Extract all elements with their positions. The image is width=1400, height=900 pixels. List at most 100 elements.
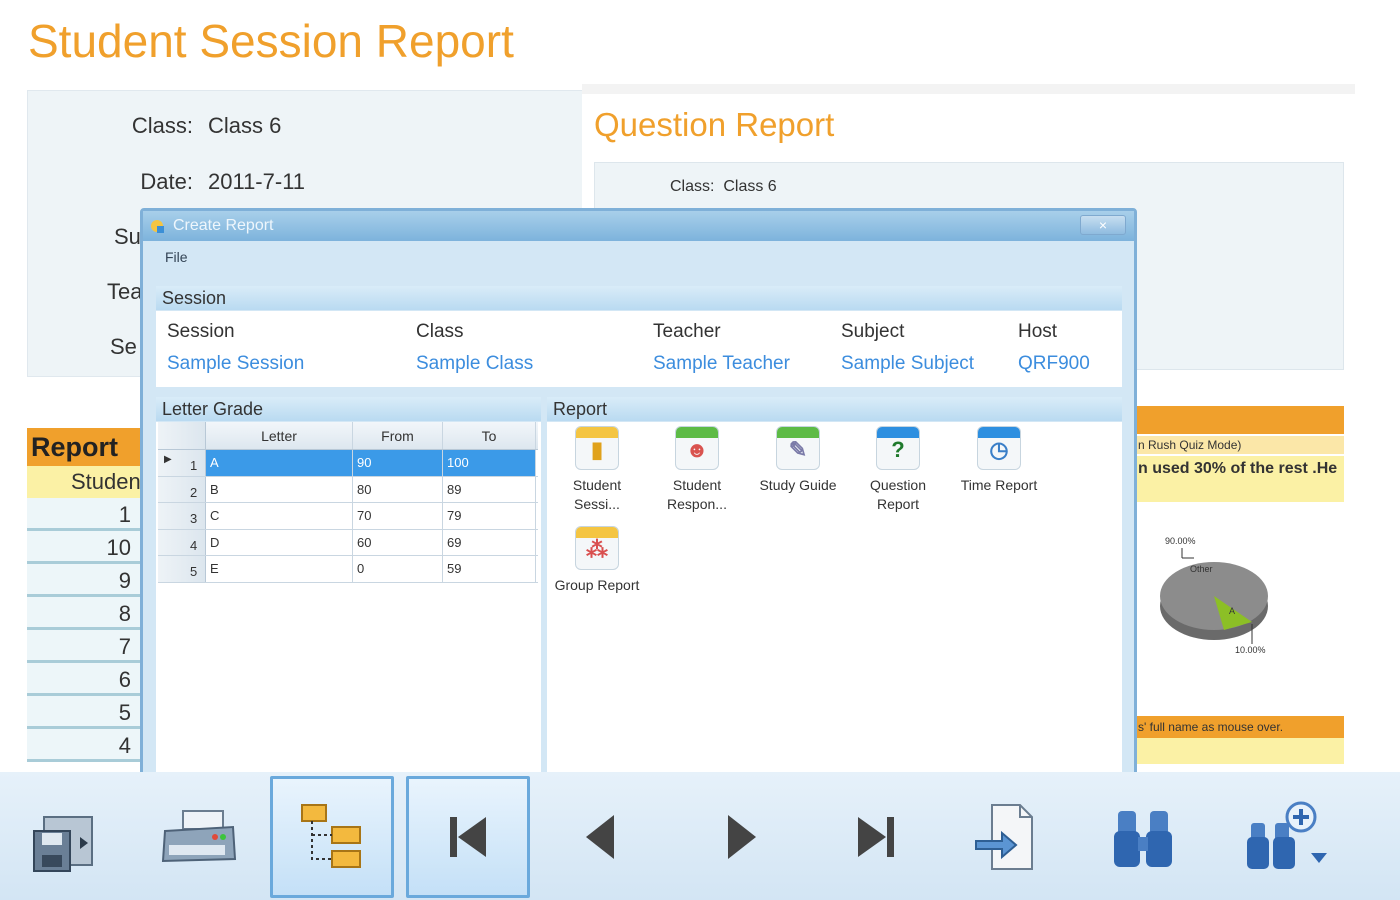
tree-view-icon <box>301 804 361 868</box>
table-row[interactable]: 3 C 70 79 <box>158 503 538 530</box>
usage-text: n used 30% of the rest .He <box>1138 460 1338 477</box>
group-report-button[interactable]: ⁂ Group Report <box>552 526 642 595</box>
export-icon <box>975 804 1033 870</box>
column-from[interactable]: From <box>353 422 443 449</box>
table-row[interactable]: 2 B 80 89 <box>158 476 538 503</box>
find-button[interactable] <box>1082 776 1206 898</box>
find-icon <box>1114 811 1172 867</box>
session-field: Session Sample Session <box>167 321 304 375</box>
time-report-button[interactable]: ◷ Time Report <box>954 426 1044 495</box>
question-report-icon: ? <box>876 426 920 470</box>
student-session-icon: ▮ <box>575 426 619 470</box>
cell-from[interactable]: 80 <box>353 476 443 502</box>
pie-chart <box>1160 548 1268 644</box>
report-table-subheader: Studen <box>27 466 143 498</box>
class-value[interactable]: Sample Class <box>416 353 533 375</box>
cell-to[interactable]: 100 <box>443 450 536 476</box>
study-guide-icon: ✎ <box>776 426 820 470</box>
session-panel: Session Sample Session Class Sample Clas… <box>156 311 1122 387</box>
cell-letter[interactable]: D <box>206 529 353 555</box>
grid-header: Letter From To <box>158 422 538 450</box>
table-row: 9 <box>27 564 143 597</box>
table-row: 8 <box>27 597 143 630</box>
group-report-icon: ⁂ <box>575 526 619 570</box>
table-row[interactable]: 5 E 0 59 <box>158 556 538 583</box>
close-button[interactable]: × <box>1080 215 1126 235</box>
menu-file[interactable]: File <box>165 249 188 265</box>
cell-from[interactable]: 90 <box>353 450 443 476</box>
table-row[interactable]: 4 D 60 69 <box>158 529 538 556</box>
row-pointer-icon: ▶ <box>164 454 172 465</box>
print-icon <box>161 810 237 863</box>
find-more-icon <box>1247 801 1327 869</box>
table-row: 4 <box>27 729 143 762</box>
question-report-button[interactable]: ? Question Report <box>853 426 943 514</box>
cell-letter[interactable]: C <box>206 503 353 529</box>
report-section-header: Report <box>547 397 1122 421</box>
save-icon <box>33 816 93 872</box>
viewer-toolbar <box>0 772 1400 900</box>
study-guide-report-button[interactable]: ✎ Study Guide <box>753 426 843 495</box>
cell-letter[interactable]: B <box>206 476 353 502</box>
class-label: Class <box>416 321 464 342</box>
session-label: Session <box>167 321 235 342</box>
pie-label-top: 90.00% <box>1165 536 1196 546</box>
session-value[interactable]: Sample Session <box>167 353 304 375</box>
subject-label: Subject <box>841 321 905 342</box>
teacher-value[interactable]: Sample Teacher <box>653 353 790 375</box>
column-letter[interactable]: Letter <box>206 422 353 449</box>
host-field: Host QRF900 <box>1018 321 1090 375</box>
table-row: 6 <box>27 663 143 696</box>
table-row: 10 <box>27 531 143 564</box>
footer-note: s' full name as mouse over. <box>1138 720 1284 734</box>
cell-to[interactable]: 79 <box>443 503 536 529</box>
date-label: Date: <box>140 169 193 194</box>
dialog-titlebar[interactable]: Create Report × <box>143 211 1134 241</box>
cell-to[interactable]: 69 <box>443 529 536 555</box>
session-section-header: Session <box>156 286 1122 310</box>
print-button[interactable] <box>136 776 260 898</box>
letter-grade-grid: Letter From To ▶ 1 A 90 100 2 B 80 89 3 C… <box>158 422 538 583</box>
cell-from[interactable]: 0 <box>353 556 443 582</box>
class-value: Class 6 <box>208 113 282 138</box>
cell-letter[interactable]: A <box>206 450 353 476</box>
class-label: Class: <box>131 113 193 138</box>
tree-view-button[interactable] <box>270 776 394 898</box>
host-value[interactable]: QRF900 <box>1018 353 1090 375</box>
next-page-icon <box>728 815 756 859</box>
orange-bar <box>1136 406 1344 434</box>
cell-letter[interactable]: E <box>206 556 353 582</box>
pie-label-a: A <box>1229 606 1236 616</box>
column-to[interactable]: To <box>443 422 536 449</box>
cell-to[interactable]: 59 <box>443 556 536 582</box>
save-button[interactable] <box>0 776 124 898</box>
question-report-title: Question Report <box>594 106 835 143</box>
quiz-report-fragment: n Rush Quiz Mode) n used 30% of the rest… <box>1136 406 1344 771</box>
student-report-table: Report Studen 1 10 9 8 7 6 5 4 <box>27 428 143 773</box>
question-report-class: Class: Class 6 <box>670 178 777 196</box>
last-page-button[interactable] <box>814 776 938 898</box>
first-page-button[interactable] <box>406 776 530 898</box>
last-page-icon <box>858 817 894 857</box>
previous-page-button[interactable] <box>538 776 662 898</box>
next-page-button[interactable] <box>680 776 804 898</box>
student-session-report-button[interactable]: ▮ Student Sessi... <box>552 426 642 514</box>
date-value: 2011-7-11 <box>208 169 306 194</box>
cell-from[interactable]: 60 <box>353 529 443 555</box>
teacher-label: Teacher <box>653 321 721 342</box>
subject-field: Subject Sample Subject <box>841 321 974 375</box>
host-label: Host <box>1018 321 1058 342</box>
table-row: 5 <box>27 696 143 729</box>
first-page-icon <box>450 817 486 857</box>
find-more-button[interactable] <box>1222 776 1346 898</box>
qr-class-value: Class 6 <box>723 178 777 195</box>
teacher-field: Teacher Sample Teacher <box>653 321 790 375</box>
subject-value[interactable]: Sample Subject <box>841 353 974 375</box>
export-button[interactable] <box>944 776 1068 898</box>
pie-label-other: Other <box>1190 564 1213 574</box>
student-response-report-button[interactable]: ☻ Student Respon... <box>652 426 742 514</box>
cell-to[interactable]: 89 <box>443 476 536 502</box>
table-row: 1 <box>27 498 143 531</box>
cell-from[interactable]: 70 <box>353 503 443 529</box>
table-row[interactable]: ▶ 1 A 90 100 <box>158 450 538 477</box>
